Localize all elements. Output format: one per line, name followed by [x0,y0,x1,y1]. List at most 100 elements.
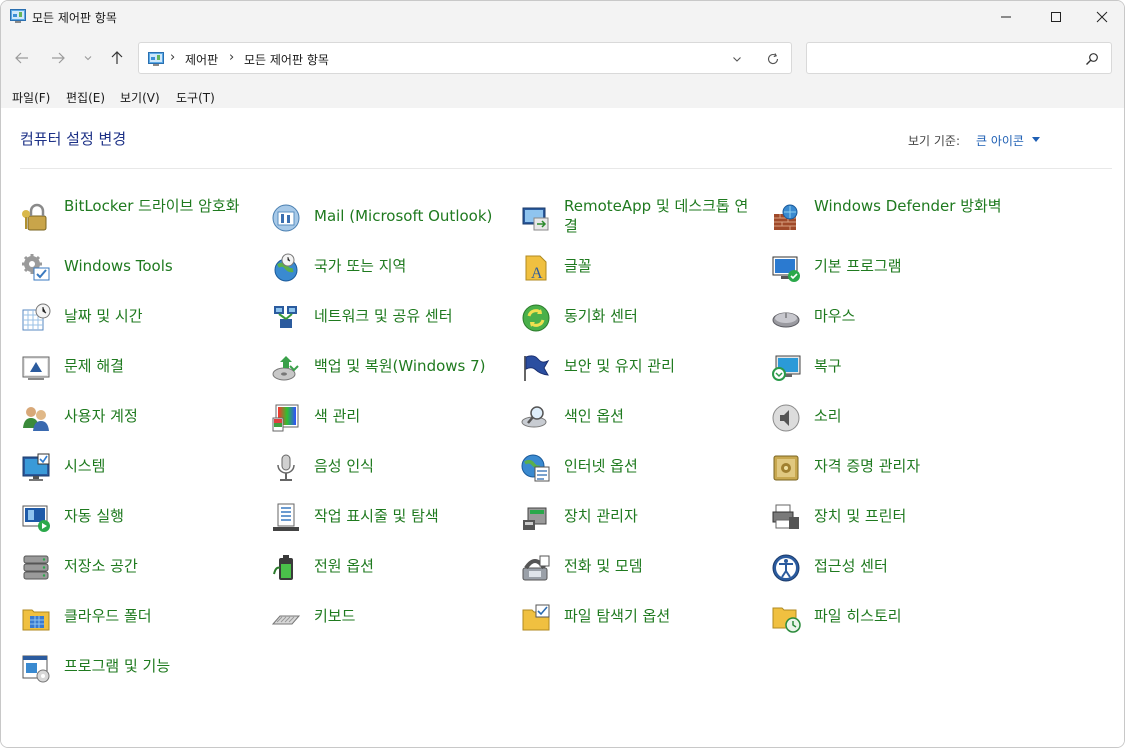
control-panel-item-label: 날짜 및 시간 [64,307,143,325]
control-panel-item-label: 국가 또는 지역 [314,257,407,275]
control-panel-item-label: 장치 및 프린터 [814,507,907,525]
control-panel-item-label: Windows Defender 방화벽 [814,197,1002,215]
menu-view[interactable]: 보기(V) [120,89,160,106]
power-icon [273,555,293,580]
region-icon [274,253,298,282]
breadcrumb-all-items[interactable]: 모든 제어판 항목 [244,51,329,68]
control-panel-item[interactable]: 보안 및 유지 관리 [520,346,760,390]
control-panel-item-label: 전원 옵션 [314,557,374,575]
remoteapp-icon [522,207,549,231]
control-panel-item[interactable]: 문제 해결 [20,346,260,390]
svg-text:A: A [531,265,543,282]
control-panel-item[interactable]: 사용자 계정 [20,396,260,440]
control-panel-item[interactable]: 네트워크 및 공유 센터 [270,296,510,340]
accessibility-icon [772,554,800,582]
view-by-dropdown[interactable]: 큰 아이콘 [976,132,1024,149]
up-button[interactable] [106,47,128,69]
menu-tools[interactable]: 도구(T) [176,89,215,106]
close-button[interactable] [1079,1,1124,33]
menu-edit[interactable]: 편집(E) [66,89,105,106]
control-panel-item[interactable]: A 글꼴 [520,246,760,290]
control-panel-item[interactable]: 파일 히스토리 [770,596,1010,640]
bitlocker-icon [22,203,47,231]
control-panel-item[interactable]: 인터넷 옵션 [520,446,760,490]
control-panel-item[interactable]: 동기화 센터 [520,296,760,340]
control-panel-item[interactable]: 음성 인식 [270,446,510,490]
control-panel-item-label: 동기화 센터 [564,307,638,325]
fonts-icon: A [525,255,547,282]
control-panel-icon [10,9,26,23]
arrow-up-icon [111,51,123,64]
control-panel-item[interactable]: 전화 및 모뎀 [520,546,760,590]
control-panel-item[interactable]: 자격 증명 관리자 [770,446,1010,490]
menu-file[interactable]: 파일(F) [12,89,50,106]
phone-modem-icon [522,555,550,581]
control-panel-item[interactable]: 소리 [770,396,1010,440]
control-panel-item-label: 인터넷 옵션 [564,457,638,475]
recent-locations-button[interactable] [78,47,98,69]
control-panel-item[interactable]: 키보드 [270,596,510,640]
control-panel-item-label: 자격 증명 관리자 [814,457,921,475]
control-panel-item-label: 시스템 [64,457,106,475]
tools-icon [22,254,50,281]
control-panel-item[interactable]: 작업 표시줄 및 탐색 [270,496,510,540]
sound-icon [772,404,800,432]
control-panel-item[interactable]: 장치 관리자 [520,496,760,540]
address-bar[interactable]: › 제어판 › 모든 제어판 항목 [138,42,792,74]
control-panel-item[interactable]: 기본 프로그램 [770,246,1010,290]
minimize-button[interactable] [983,1,1029,33]
control-panel-item-label: 사용자 계정 [64,407,138,425]
file-history-icon [772,607,801,633]
control-panel-item[interactable]: 백업 및 복원(Windows 7) [270,346,510,390]
control-panel-item-label: 접근성 센터 [814,557,888,575]
address-dropdown-button[interactable] [729,51,745,67]
control-panel-item[interactable]: Windows Tools [20,246,260,290]
arrow-right-icon [52,52,65,64]
control-panel-item-label: 마우스 [814,307,856,325]
control-panel-item-label: 글꼴 [564,257,592,275]
control-panel-item-label: BitLocker 드라이브 암호화 [64,197,240,215]
control-panel-item-label: Windows Tools [64,257,173,275]
forward-button[interactable] [47,47,69,69]
control-panel-item[interactable]: 시스템 [20,446,260,490]
control-panel-item-label: 소리 [814,407,842,425]
control-panel-item[interactable]: 전원 옵션 [270,546,510,590]
control-panel-item[interactable]: Windows Defender 방화벽 [770,196,1010,240]
control-panel-item[interactable]: 색 관리 [270,396,510,440]
control-panel-icon [148,52,164,66]
control-panel-item[interactable]: BitLocker 드라이브 암호화 [20,196,260,240]
microphone-icon [277,454,295,481]
title-bar: 모든 제어판 항목 [1,1,1124,33]
security-flag-icon [524,355,550,381]
control-panel-item-label: 기본 프로그램 [814,257,902,275]
page-title: 컴퓨터 설정 변경 [20,130,127,148]
control-panel-item-label: 전화 및 모뎀 [564,557,643,575]
control-panel-item[interactable]: RemoteApp 및 데스크톱 연결 [520,196,760,240]
control-panel-item[interactable]: 클라우드 폴더 [20,596,260,640]
control-panel-item[interactable]: 장치 및 프린터 [770,496,1010,540]
keyboard-icon [271,615,301,625]
caret-down-icon[interactable] [1032,137,1040,142]
control-panel-item[interactable]: Mail (Microsoft Outlook) [270,196,510,240]
search-box[interactable] [806,42,1112,74]
control-panel-item-label: 색 관리 [314,407,361,425]
control-panel-item-label: 작업 표시줄 및 탐색 [314,507,439,525]
control-panel-item[interactable]: 프로그램 및 기능 [20,646,260,690]
control-panel-item[interactable]: 저장소 공간 [20,546,260,590]
refresh-button[interactable] [765,51,781,67]
control-panel-item[interactable]: 색인 옵션 [520,396,760,440]
maximize-button[interactable] [1033,1,1079,33]
control-panel-item-label: Mail (Microsoft Outlook) [314,207,493,225]
control-panel-item-label: 복구 [814,357,842,375]
control-panel-item[interactable]: 자동 실행 [20,496,260,540]
control-panel-item[interactable]: 마우스 [770,296,1010,340]
control-panel-item[interactable]: 국가 또는 지역 [270,246,510,290]
control-panel-item[interactable]: 날짜 및 시간 [20,296,260,340]
chevron-right-icon: › [170,50,176,65]
back-button[interactable] [11,47,33,69]
control-panel-item[interactable]: 접근성 센터 [770,546,1010,590]
control-panel-item[interactable]: 파일 탐색기 옵션 [520,596,760,640]
breadcrumb-control-panel[interactable]: 제어판 [185,51,218,68]
control-panel-item[interactable]: 복구 [770,346,1010,390]
network-icon [274,306,297,328]
